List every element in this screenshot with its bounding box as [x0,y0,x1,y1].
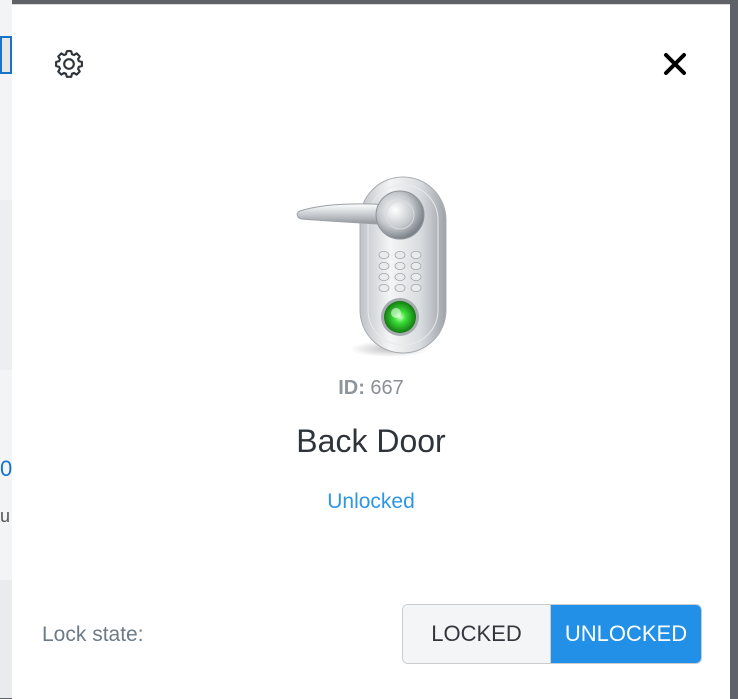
background-page: 0 u [0,0,12,698]
device-name: Back Door [296,423,446,459]
device-id-value: 667 [370,377,404,399]
background-text: 0 [0,456,12,481]
unlocked-option-button[interactable]: UNLOCKED [551,605,701,663]
close-icon [664,53,686,75]
lock-status-text: Unlocked [327,490,415,513]
locked-option-button[interactable]: LOCKED [403,605,551,663]
lock-state-toggle: LOCKED UNLOCKED [402,604,702,664]
close-button[interactable] [658,47,692,81]
background-input [0,36,12,74]
lock-state-label: Lock state: [42,623,144,646]
background-panel [0,200,12,370]
settings-button[interactable] [52,47,86,81]
background-text: u [0,506,11,526]
gear-icon [55,49,83,78]
device-id: ID: 667 [12,377,730,400]
background-panel [0,580,12,698]
device-id-label: ID: [338,377,365,399]
door-lock-image [296,176,447,357]
device-modal: ID: 667 Back Door Unlocked Lock state: L… [12,4,730,699]
